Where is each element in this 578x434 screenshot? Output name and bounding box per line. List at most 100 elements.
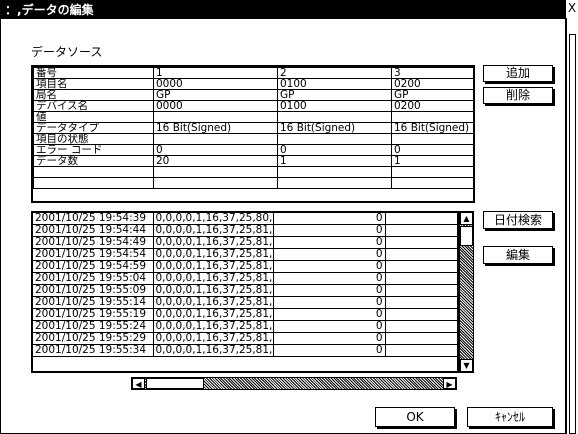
record-extra <box>385 213 457 225</box>
source-field-value[interactable]: GP <box>153 89 278 101</box>
source-field-value[interactable]: GP <box>277 89 392 101</box>
source-field-value[interactable] <box>391 111 474 123</box>
list-item[interactable]: 2001/10/25 19:55:09 0,0,0,0,1,16,37,25,81… <box>33 284 457 297</box>
source-field-value[interactable] <box>391 133 474 145</box>
horizontal-scroll-thumb[interactable] <box>146 378 204 389</box>
dialog-title: データの編集 <box>21 3 94 17</box>
record-data: 0,0,0,0,1,16,37,25,80,0... <box>153 213 274 225</box>
source-field-value[interactable] <box>277 111 392 123</box>
left-arrow-icon[interactable]: ◀ <box>132 378 145 389</box>
source-field-value[interactable]: 0100 <box>277 78 392 90</box>
source-field-value[interactable]: 0200 <box>391 100 474 112</box>
record-value: 0 <box>273 308 386 321</box>
vertical-scroll-thumb[interactable] <box>460 226 473 246</box>
list-item[interactable]: 2001/10/25 19:54:39 0,0,0,0,1,16,37,25,80… <box>33 213 457 225</box>
record-value: 0 <box>273 272 386 285</box>
source-field-value[interactable]: 16 Bit(Signed) <box>153 122 278 134</box>
source-field-value[interactable]: 3 <box>391 67 474 79</box>
record-value: 0 <box>273 260 386 273</box>
source-field-value[interactable] <box>391 166 474 178</box>
list-item[interactable]: 2001/10/25 19:54:44 0,0,0,0,1,16,37,25,81… <box>33 224 457 237</box>
source-field-value[interactable] <box>153 166 278 178</box>
source-table-row <box>33 166 474 178</box>
edit-button[interactable]: 編集 <box>483 246 553 264</box>
list-item[interactable]: 2001/10/25 19:55:29 0,0,0,0,1,16,37,25,81… <box>33 332 457 345</box>
record-extra <box>385 236 457 249</box>
source-field-value[interactable] <box>153 111 278 123</box>
cancel-button[interactable]: ｷｬﾝｾﾙ <box>467 407 553 427</box>
record-data: 0,0,0,0,1,16,37,25,81,0... <box>153 260 274 273</box>
list-item[interactable]: 2001/10/25 19:55:04 0,0,0,0,1,16,37,25,81… <box>33 272 457 285</box>
record-extra <box>385 332 457 345</box>
source-table-row: データタイプ 16 Bit(Signed) 16 Bit(Signed) 16 Bit… <box>33 122 474 134</box>
source-field-value[interactable] <box>153 133 278 145</box>
source-table-row: エラー コード 0 0 0 <box>33 144 474 156</box>
source-table-row: 番号 1 2 3 <box>33 67 474 79</box>
list-item[interactable]: 2001/10/25 19:55:19 0,0,0,0,1,16,37,25,81… <box>33 308 457 321</box>
record-timestamp: 2001/10/25 19:54:49 <box>33 236 154 249</box>
right-arrow-icon[interactable]: ▶ <box>443 378 456 389</box>
source-field-value[interactable]: 16 Bit(Signed) <box>391 122 474 134</box>
source-field-value[interactable]: 1 <box>277 155 392 167</box>
record-timestamp: 2001/10/25 19:54:54 <box>33 248 154 261</box>
record-extra <box>385 320 457 333</box>
record-extra <box>385 296 457 309</box>
record-data: 0,0,0,0,1,16,37,25,81,0... <box>153 248 274 261</box>
source-field-value[interactable]: 0 <box>153 144 278 156</box>
data-record-list[interactable]: 2001/10/25 19:54:39 0,0,0,0,1,16,37,25,80… <box>31 211 459 373</box>
record-timestamp: 2001/10/25 19:54:44 <box>33 224 154 237</box>
source-field-value[interactable]: 0 <box>391 144 474 156</box>
source-field-label <box>33 166 154 178</box>
up-arrow-icon[interactable]: ▲ <box>460 212 473 225</box>
record-extra <box>385 308 457 321</box>
source-field-value[interactable]: 1 <box>153 67 278 79</box>
ok-button[interactable]: OK <box>375 407 455 427</box>
record-value: 0 <box>273 213 386 225</box>
record-data: 0,0,0,0,1,16,37,25,81,0... <box>153 308 274 321</box>
list-item[interactable]: 2001/10/25 19:55:24 0,0,0,0,1,16,37,25,81… <box>33 320 457 333</box>
source-table-row: 局名 GP GP GP <box>33 89 474 101</box>
source-field-value[interactable]: 16 Bit(Signed) <box>277 122 392 134</box>
source-field-value[interactable]: 0000 <box>153 100 278 112</box>
source-field-value[interactable] <box>277 166 392 178</box>
list-item[interactable]: 2001/10/25 19:54:49 0,0,0,0,1,16,37,25,81… <box>33 236 457 249</box>
date-search-button[interactable]: 日付検索 <box>483 211 553 229</box>
source-field-value[interactable] <box>391 177 474 189</box>
list-vertical-scrollbar[interactable]: ▲ ▼ <box>459 211 474 373</box>
list-horizontal-scrollbar[interactable]: ◀ ▶ <box>131 377 457 390</box>
source-field-value[interactable] <box>277 177 392 189</box>
source-field-value[interactable]: 0000 <box>153 78 278 90</box>
record-extra <box>385 344 457 357</box>
source-field-value[interactable]: 2 <box>277 67 392 79</box>
list-item[interactable]: 2001/10/25 19:54:59 0,0,0,0,1,16,37,25,81… <box>33 260 457 273</box>
list-item[interactable]: 2001/10/25 19:54:54 0,0,0,0,1,16,37,25,81… <box>33 248 457 261</box>
source-field-value[interactable]: 0100 <box>277 100 392 112</box>
down-arrow-icon[interactable]: ▼ <box>460 359 473 372</box>
data-source-table[interactable]: 番号 1 2 3 項目名 0000 0100 0200 局名 GP GP GP デバイス名 0000 010… <box>31 65 475 203</box>
source-field-value[interactable]: 0200 <box>391 78 474 90</box>
source-field-value[interactable]: GP <box>391 89 474 101</box>
record-timestamp: 2001/10/25 19:55:04 <box>33 272 154 285</box>
add-button[interactable]: 追加 <box>483 65 553 82</box>
record-timestamp: 2001/10/25 19:54:59 <box>33 260 154 273</box>
list-item[interactable]: 2001/10/25 19:55:34 0,0,0,0,1,16,37,25,81… <box>33 344 457 357</box>
source-field-value[interactable]: 20 <box>153 155 278 167</box>
source-field-label <box>33 177 154 189</box>
record-value: 0 <box>273 248 386 261</box>
source-field-label: 局名 <box>33 89 154 101</box>
record-data: 0,0,0,0,1,16,37,25,81,0... <box>153 332 274 345</box>
list-item[interactable]: 2001/10/25 19:55:14 0,0,0,0,1,16,37,25,81… <box>33 296 457 309</box>
source-field-value[interactable]: 0 <box>277 144 392 156</box>
source-field-value[interactable] <box>277 133 392 145</box>
record-data: 0,0,0,0,1,16,37,25,81,0... <box>153 344 274 357</box>
record-value: 0 <box>273 284 386 297</box>
record-value: 0 <box>273 296 386 309</box>
source-field-value[interactable] <box>153 177 278 189</box>
data-source-label: データソース <box>31 45 103 59</box>
delete-button[interactable]: 削除 <box>483 87 553 104</box>
source-field-value[interactable]: 1 <box>391 155 474 167</box>
record-data: 0,0,0,0,1,16,37,25,81,0... <box>153 236 274 249</box>
close-icon[interactable]: X <box>565 0 578 18</box>
record-extra <box>385 224 457 237</box>
source-field-label: 番号 <box>33 67 154 79</box>
